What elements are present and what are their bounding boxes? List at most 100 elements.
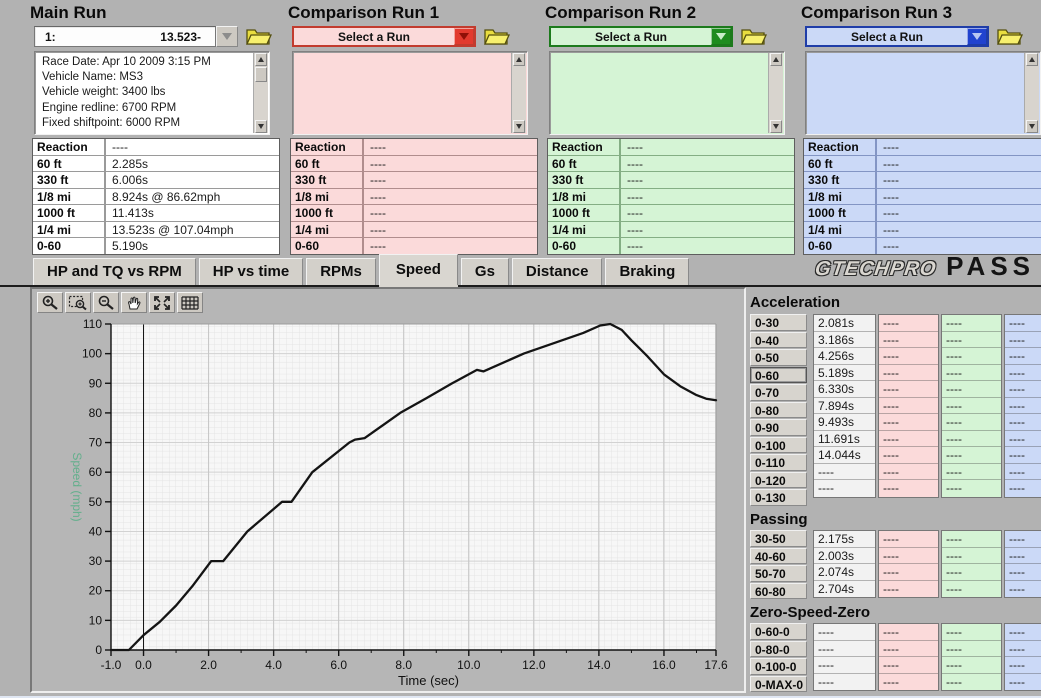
info-scrollbar[interactable] — [253, 53, 268, 133]
comparison-2-value: ---- — [942, 564, 1001, 581]
open-run-folder-button[interactable] — [740, 26, 767, 47]
comparison-2-run-selector[interactable]: Select a Run — [549, 26, 733, 47]
comparison-3-value: ---- — [1005, 564, 1041, 581]
comparison-3-value: ---- — [1005, 464, 1041, 481]
open-run-folder-button[interactable] — [996, 26, 1023, 47]
row-label: Reaction — [291, 139, 364, 155]
range-label-button[interactable]: 0-100-0 — [750, 658, 807, 675]
gtechpro-brand-text: GTECHPRO — [813, 258, 938, 281]
folder-icon — [245, 26, 272, 47]
table-row: Reaction ---- — [291, 139, 537, 156]
triangle-down-icon — [516, 124, 522, 129]
view-tab[interactable]: Distance — [512, 258, 603, 285]
comparison-2-value: ---- — [942, 332, 1001, 349]
svg-text:10: 10 — [89, 613, 103, 627]
open-run-folder-button[interactable] — [483, 26, 510, 47]
range-label-button[interactable]: 0-100 — [750, 437, 807, 454]
zoom-out-button[interactable] — [93, 292, 119, 313]
comparison-3-run-selector[interactable]: Select a Run — [805, 26, 989, 47]
comparison-1-value: ---- — [879, 548, 938, 565]
range-label-button[interactable]: 0-130 — [750, 489, 807, 506]
range-label-button[interactable]: 0-80-0 — [750, 641, 807, 658]
comparison-1-info-box[interactable] — [292, 51, 528, 135]
scroll-up-button[interactable] — [1026, 53, 1038, 66]
range-label-button[interactable]: 0-60-0 — [750, 623, 807, 640]
view-tab[interactable]: RPMs — [306, 258, 376, 285]
speed-vs-time-chart[interactable]: 0102030405060708090100110-1.00.02.04.06.… — [33, 315, 745, 691]
row-value: ---- — [364, 205, 537, 221]
zoom-out-icon — [96, 295, 116, 311]
info-scrollbar[interactable] — [1024, 53, 1039, 133]
row-label: 1000 ft — [548, 205, 621, 221]
comparison-1-value: ---- — [879, 564, 938, 581]
comparison-3-value: ---- — [1005, 365, 1041, 382]
comparison-1-run-selector[interactable]: Select a Run — [292, 26, 476, 47]
main-run-title: Main Run — [30, 2, 282, 24]
scrollbar-thumb[interactable] — [255, 67, 267, 82]
table-row: 330 ft ---- — [804, 172, 1041, 189]
view-tab[interactable]: Braking — [605, 258, 689, 285]
row-value: 11.413s — [106, 205, 279, 221]
comparison-3-info-box[interactable] — [805, 51, 1041, 135]
row-label: 0-60 — [33, 238, 106, 254]
run-dropdown-arrow-button[interactable] — [216, 26, 238, 47]
range-label-button[interactable]: 0-90 — [750, 419, 807, 436]
range-label-button[interactable]: 0-30 — [750, 314, 807, 331]
range-label-button[interactable]: 30-50 — [750, 530, 807, 547]
view-tab[interactable]: HP and TQ vs RPM — [33, 258, 196, 285]
range-label-button[interactable]: 0-MAX-0 — [750, 676, 807, 693]
info-scrollbar[interactable] — [511, 53, 526, 133]
tab-list: HP and TQ vs RPM HP vs time RPMs Speed G… — [33, 254, 689, 285]
scroll-up-button[interactable] — [513, 53, 525, 66]
run-dropdown-arrow-button[interactable] — [967, 28, 987, 45]
folder-icon — [483, 26, 510, 47]
range-label-button[interactable]: 0-70 — [750, 384, 807, 401]
comparison-3-value: ---- — [1005, 581, 1041, 598]
scroll-down-button[interactable] — [770, 120, 782, 133]
comparison-2-info-box[interactable] — [549, 51, 785, 135]
main-run-info-box[interactable]: Race Date: Apr 10 2009 3:15 PM Vehicle N… — [34, 51, 270, 135]
table-row: 1/8 mi 8.924s @ 86.62mph — [33, 189, 279, 206]
row-value: ---- — [364, 156, 537, 172]
main-run-value: 2.704s — [814, 581, 875, 598]
table-row: Reaction ---- — [548, 139, 794, 156]
run-dropdown-arrow-button[interactable] — [454, 28, 474, 45]
main-run-value: 6.330s — [814, 381, 875, 398]
comparison-2-value: ---- — [942, 657, 1001, 674]
scroll-up-button[interactable] — [770, 53, 782, 66]
view-tab[interactable]: Speed — [379, 254, 458, 285]
scroll-down-button[interactable] — [255, 120, 267, 133]
range-label-button[interactable]: 40-60 — [750, 548, 807, 565]
row-label: 60 ft — [291, 156, 364, 172]
scroll-down-button[interactable] — [513, 120, 525, 133]
range-label-button[interactable]: 50-70 — [750, 565, 807, 582]
view-tab[interactable]: HP vs time — [199, 258, 303, 285]
zoom-window-button[interactable] — [65, 292, 91, 313]
comparison-1-results-table: Reaction ---- 60 ft ---- 330 ft ---- 1/8… — [290, 138, 538, 255]
range-label-button[interactable]: 60-80 — [750, 583, 807, 600]
fit-to-window-button[interactable] — [149, 292, 175, 313]
comparison-1-value: ---- — [879, 348, 938, 365]
pan-button[interactable] — [121, 292, 147, 313]
range-label-button[interactable]: 0-120 — [750, 472, 807, 489]
info-scrollbar[interactable] — [768, 53, 783, 133]
main-run-selector[interactable]: 1: 13.523- — [34, 26, 216, 47]
main-run-value: 11.691s — [814, 431, 875, 448]
comparison-3-results-table: Reaction ---- 60 ft ---- 330 ft ---- 1/8… — [803, 138, 1041, 255]
comparison-run-2-title: Comparison Run 2 — [545, 2, 797, 24]
range-label-button[interactable]: 0-110 — [750, 454, 807, 471]
open-run-folder-button[interactable] — [245, 26, 272, 47]
table-row: 0-60 5.190s — [33, 238, 279, 254]
row-value: ---- — [364, 222, 537, 238]
range-label-button[interactable]: 0-60 — [750, 367, 807, 384]
comparison-2-value: ---- — [942, 548, 1001, 565]
grid-toggle-button[interactable] — [177, 292, 203, 313]
range-label-button[interactable]: 0-50 — [750, 349, 807, 366]
view-tab[interactable]: Gs — [461, 258, 509, 285]
range-label-button[interactable]: 0-40 — [750, 332, 807, 349]
scroll-up-button[interactable] — [255, 53, 267, 66]
scroll-down-button[interactable] — [1026, 120, 1038, 133]
zoom-in-button[interactable] — [37, 292, 63, 313]
run-dropdown-arrow-button[interactable] — [711, 28, 731, 45]
range-label-button[interactable]: 0-80 — [750, 402, 807, 419]
